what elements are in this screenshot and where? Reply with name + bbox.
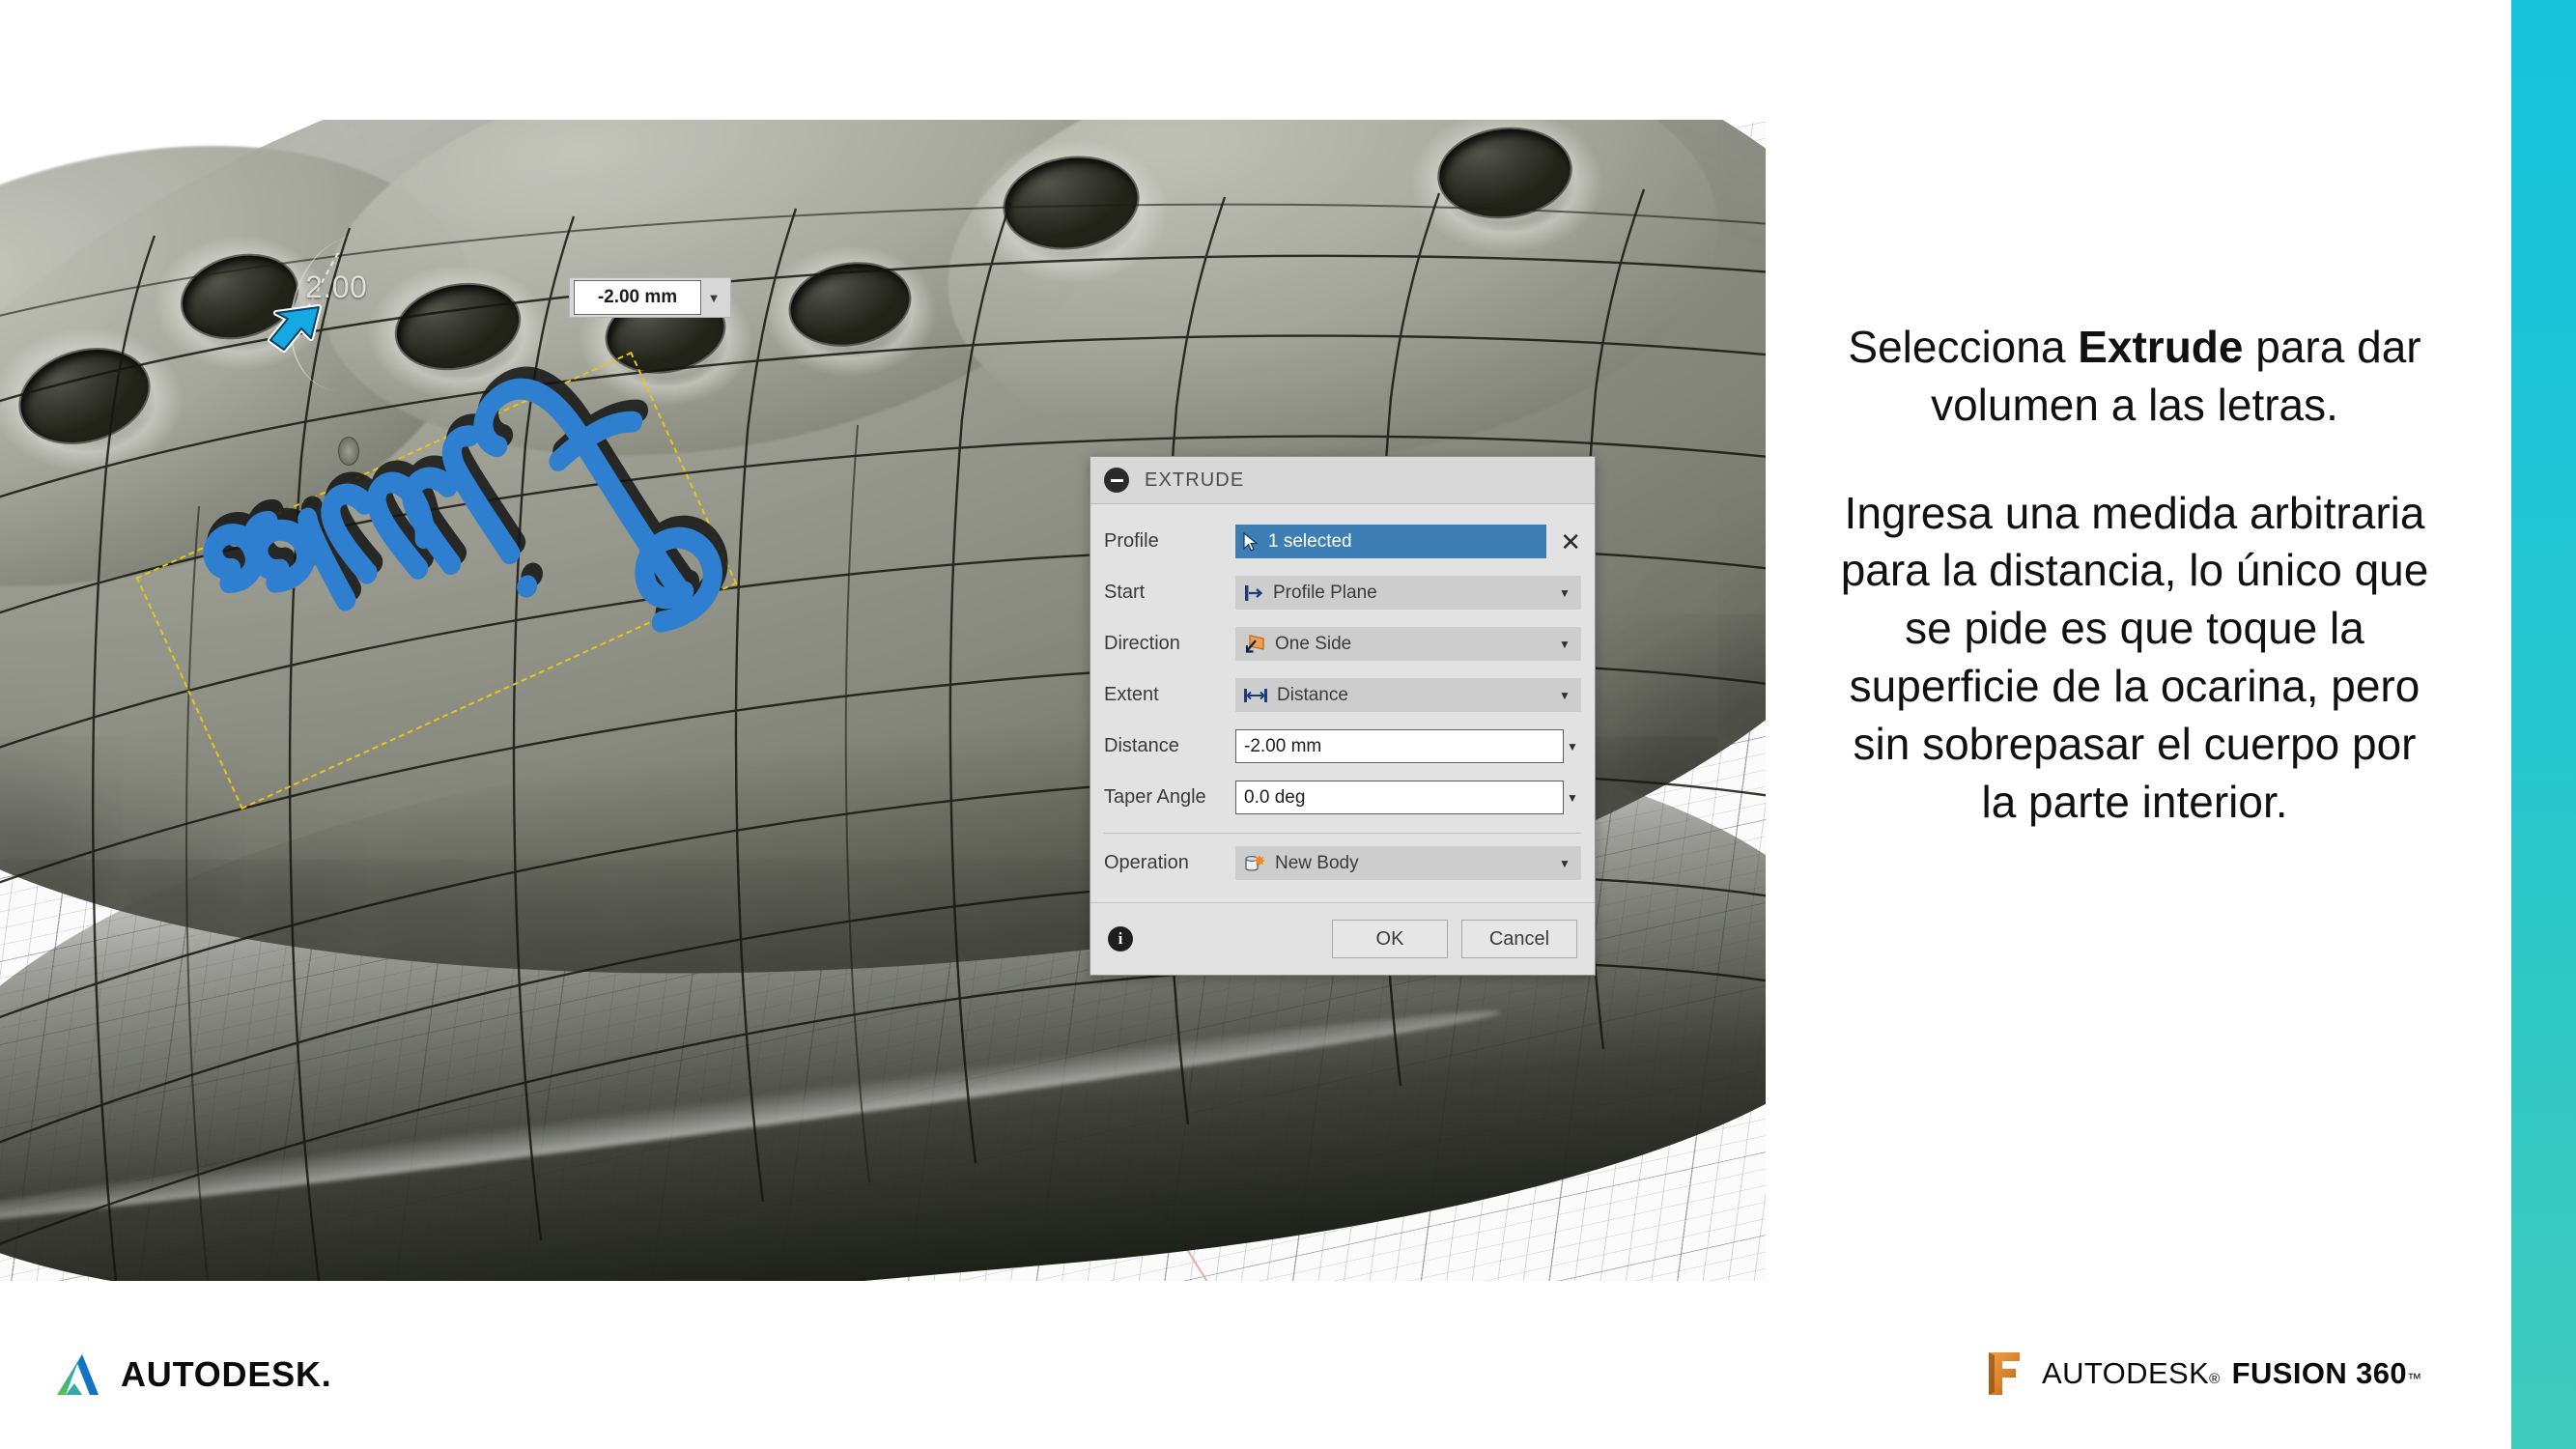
label-taper-angle: Taper Angle [1104, 786, 1206, 808]
label-distance: Distance [1104, 735, 1179, 756]
ok-button[interactable]: OK [1332, 920, 1448, 958]
autodesk-wordmark: AUTODESK. [121, 1354, 332, 1395]
one-side-icon [1245, 634, 1264, 653]
fusion-name-text: FUSION 360 [2231, 1356, 2408, 1390]
label-direction: Direction [1104, 633, 1180, 654]
dialog-footer: i OK Cancel [1090, 902, 1595, 975]
accent-bar [2511, 0, 2576, 1449]
operation-dropdown[interactable]: New Body ▼ [1235, 846, 1581, 880]
taper-angle-value[interactable]: 0.0 deg [1244, 787, 1555, 809]
operation-value: New Body [1275, 852, 1359, 873]
floating-distance-value[interactable]: -2.00 mm [574, 280, 701, 315]
distance-value[interactable]: -2.00 mm [1244, 736, 1555, 757]
row-direction[interactable]: Direction One Side ▼ [1090, 618, 1595, 669]
autodesk-period: . [321, 1354, 332, 1394]
start-dropdown[interactable]: Profile Plane ▼ [1235, 576, 1581, 610]
chevron-down-icon[interactable]: ▼ [1564, 791, 1581, 805]
chevron-down-icon[interactable]: ▼ [1556, 689, 1573, 702]
floating-distance-input[interactable]: -2.00 mm ▼ [569, 277, 731, 318]
instruction-1-bold: Extrude [2078, 322, 2244, 372]
registered-icon: ® [2209, 1371, 2221, 1387]
row-distance[interactable]: Distance -2.00 mm ▼ [1090, 721, 1595, 772]
collapse-icon[interactable] [1104, 468, 1129, 493]
label-profile: Profile [1104, 530, 1159, 552]
instruction-paragraph-1: Selecciona Extrude para dar volumen a la… [1835, 319, 2434, 435]
profile-selection-field[interactable]: 1 selected [1235, 525, 1547, 558]
chevron-down-icon[interactable]: ▼ [1556, 586, 1573, 600]
profile-plane-icon [1245, 584, 1263, 601]
extent-value: Distance [1277, 684, 1348, 705]
profile-value: 1 selected [1268, 530, 1352, 552]
label-extent: Extent [1104, 684, 1159, 705]
fusion-f-icon [1989, 1352, 2020, 1395]
instructions-panel: Selecciona Extrude para dar volumen a la… [1835, 319, 2434, 831]
direction-dropdown[interactable]: One Side ▼ [1235, 627, 1581, 661]
start-value: Profile Plane [1273, 582, 1377, 603]
chevron-down-icon[interactable]: ▼ [1556, 638, 1573, 651]
extrude-dialog[interactable]: EXTRUDE Profile 1 selected ✕ Start Profi… [1090, 456, 1596, 976]
manipulator-pivot[interactable] [338, 437, 359, 466]
fusion-autodesk-text: AUTODESK [2042, 1356, 2210, 1390]
dialog-body: Profile 1 selected ✕ Start Profile Plane… [1090, 504, 1595, 889]
row-taper-angle[interactable]: Taper Angle 0.0 deg ▼ [1090, 772, 1595, 823]
chevron-down-icon[interactable]: ▼ [701, 291, 726, 305]
autodesk-logo: AUTODESK. [53, 1350, 332, 1399]
chevron-down-icon[interactable]: ▼ [1564, 740, 1581, 753]
dialog-title: EXTRUDE [1145, 469, 1245, 491]
autodesk-mark-icon [57, 1354, 99, 1395]
distance-icon [1244, 688, 1267, 702]
taper-angle-input[interactable]: 0.0 deg [1235, 781, 1564, 814]
extrude-arrow-handle[interactable] [263, 299, 326, 361]
direction-value: One Side [1275, 633, 1352, 654]
row-operation[interactable]: Operation New Body ▼ [1090, 838, 1595, 889]
cancel-button[interactable]: Cancel [1461, 920, 1577, 958]
fusion-wordmark: AUTODESK ® FUSION 360 ™ [2042, 1356, 2421, 1391]
trademark-icon: ™ [2407, 1371, 2422, 1387]
dialog-header[interactable]: EXTRUDE [1090, 457, 1595, 504]
instruction-1-lead: Selecciona [1848, 322, 2079, 372]
clear-selection-icon[interactable]: ✕ [1560, 529, 1581, 554]
new-body-icon [1245, 854, 1265, 871]
label-start: Start [1104, 582, 1146, 603]
info-icon[interactable]: i [1108, 926, 1133, 952]
instruction-paragraph-2: Ingresa una medida arbitraria para la di… [1840, 487, 2429, 827]
distance-input[interactable]: -2.00 mm [1235, 729, 1564, 763]
dialog-divider [1104, 833, 1581, 834]
label-operation: Operation [1104, 852, 1189, 873]
row-extent[interactable]: Extent Distance ▼ [1090, 669, 1595, 721]
fusion360-logo: AUTODESK ® FUSION 360 ™ [1983, 1349, 2421, 1399]
row-profile[interactable]: Profile 1 selected ✕ [1090, 516, 1595, 567]
chevron-down-icon[interactable]: ▼ [1556, 857, 1573, 870]
extent-dropdown[interactable]: Distance ▼ [1235, 678, 1581, 712]
cursor-arrow-icon [1243, 531, 1259, 552]
autodesk-wordmark-text: AUTODESK [121, 1354, 322, 1394]
row-start[interactable]: Start Profile Plane ▼ [1090, 567, 1595, 618]
